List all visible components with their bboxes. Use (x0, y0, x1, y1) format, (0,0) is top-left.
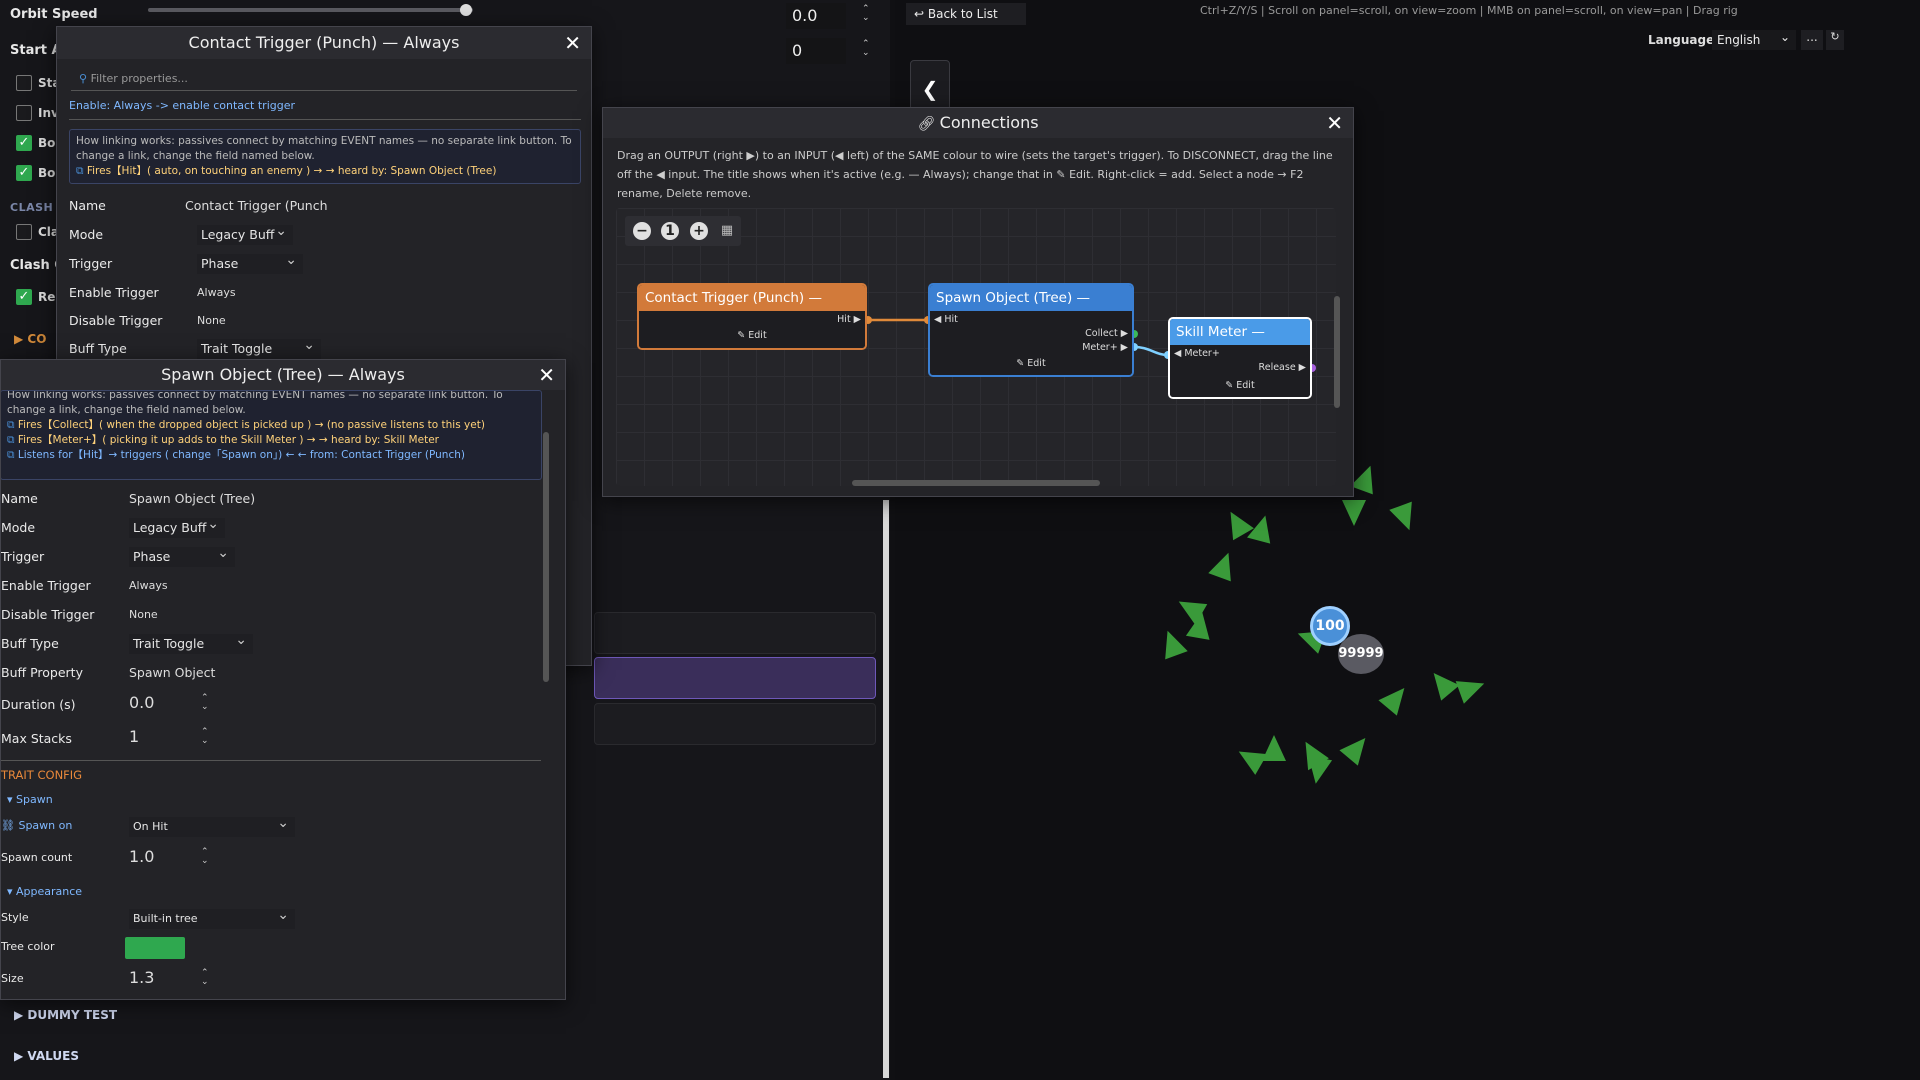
node-body: ◀ Hit Collect ▶ Meter+ ▶ ✎ Edit (930, 311, 1132, 375)
node-spawn-object[interactable]: Spawn Object (Tree) — Always ◀ Hit Colle… (928, 283, 1134, 377)
edit-button[interactable]: ✎ Edit (639, 330, 865, 341)
port-output-collect[interactable]: Collect ▶ (1085, 328, 1128, 339)
edit-button[interactable]: ✎ Edit (1170, 380, 1310, 391)
node-body: Hit ▶ ✎ Edit (639, 311, 865, 348)
node-title: Contact Trigger (Punch) — Always (639, 285, 865, 332)
port-output-release[interactable]: Release ▶ (1259, 362, 1306, 373)
edit-button[interactable]: ✎ Edit (930, 358, 1132, 369)
port-output-meter[interactable]: Meter+ ▶ (1082, 342, 1128, 353)
port-input-meter[interactable]: ◀ Meter+ (1174, 348, 1220, 359)
node-title: Skill Meter — Always (1170, 319, 1310, 366)
node-title: Spawn Object (Tree) — Always (930, 285, 1132, 332)
graph-horizontal-scrollbar[interactable] (852, 480, 1100, 486)
connection-wires (864, 316, 1316, 372)
node-body: ◀ Meter+ Release ▶ ✎ Edit (1170, 345, 1310, 397)
port-output-hit[interactable]: Hit ▶ (837, 314, 861, 325)
node-skill-meter[interactable]: Skill Meter — Always ◀ Meter+ Release ▶ … (1168, 317, 1312, 399)
port-input-hit[interactable]: ◀ Hit (934, 314, 958, 325)
wire-meter[interactable] (1133, 345, 1169, 357)
node-contact-trigger[interactable]: Contact Trigger (Punch) — Always Hit ▶ ✎… (637, 283, 867, 350)
graph-vertical-scrollbar[interactable] (1334, 296, 1340, 408)
